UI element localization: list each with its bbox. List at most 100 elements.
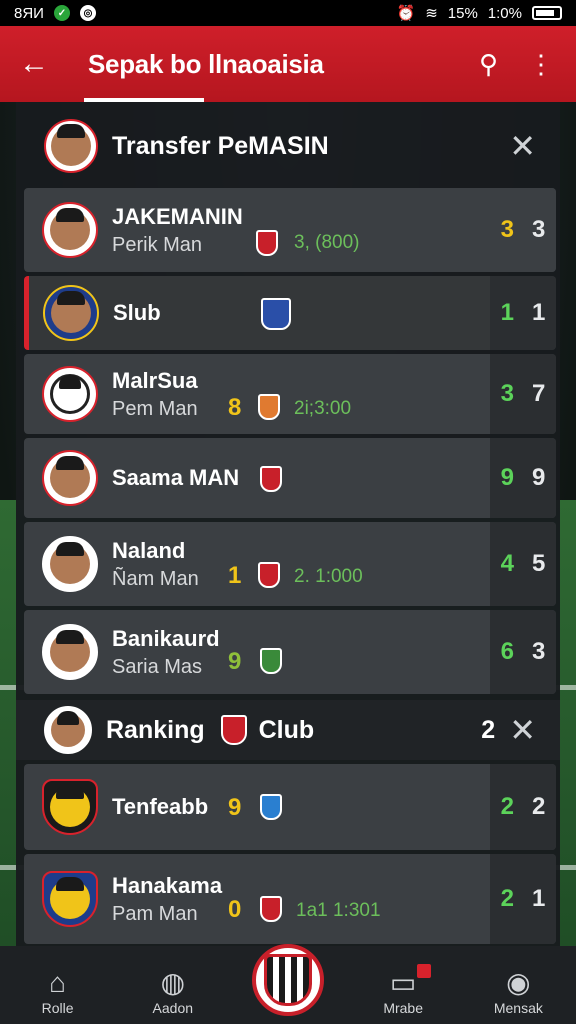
score-left: 4: [500, 550, 514, 577]
player-avatar: [42, 202, 98, 258]
score-left: 1: [500, 299, 514, 326]
score-left: 3: [500, 216, 514, 243]
score-right: 3: [532, 216, 546, 243]
club-crest-icon: [260, 648, 282, 674]
score-right: 3: [532, 638, 546, 665]
score-left: 9: [500, 464, 514, 491]
nav-messages[interactable]: ▭ Mrabe: [353, 964, 453, 1016]
close-icon[interactable]: ✕: [509, 127, 536, 165]
nav-match[interactable]: ◍ Aadon: [123, 966, 223, 1016]
player-row[interactable]: Banikaurd Saria Mas 9 63: [24, 610, 556, 694]
alarm-icon: ⏰: [396, 5, 416, 22]
rank-number: 0: [228, 896, 242, 923]
club-crest-icon: [260, 466, 282, 492]
club-crest-icon: [256, 230, 278, 256]
rank-number: 8: [228, 394, 242, 421]
search-icon[interactable]: ⚲: [479, 49, 498, 80]
club-logo: [42, 779, 98, 835]
player-subtitle: Perik Man: [112, 233, 203, 256]
transfer-fee: 2. 1:000: [294, 566, 363, 587]
rank-number: 9: [228, 794, 242, 821]
app-title: Sepak bo llnaoaisia: [88, 48, 324, 79]
player-row[interactable]: JAKEMANIN Perik Man 3, (800) 33: [24, 188, 556, 272]
app-icon: ✓: [53, 5, 70, 21]
club-crest-icon: [220, 715, 247, 745]
player-subtitle: Pem Man: [112, 397, 198, 420]
player-row[interactable]: Naland Ñam Man 1 2. 1:000 45: [24, 522, 556, 606]
score-right: 5: [532, 550, 546, 577]
bottom-navigation: ⌂ Rolle ◍ Aadon ▭ Mrabe ◉ Mensak: [0, 944, 576, 1024]
back-arrow-icon[interactable]: ←: [0, 26, 68, 102]
transfer-fee: 1a1 1:301: [296, 900, 381, 921]
ranking-count: 2: [481, 715, 496, 744]
close-icon[interactable]: ✕: [509, 711, 536, 749]
score-right: 9: [532, 464, 546, 491]
ball-icon: ◍: [160, 967, 185, 998]
score-right: 7: [532, 380, 546, 407]
player-name: Banikaurd: [112, 625, 220, 651]
score-left: 3: [500, 380, 514, 407]
center-club-button[interactable]: [252, 944, 324, 1016]
club-name: Hanakama: [112, 872, 223, 898]
score-left: 2: [500, 885, 514, 912]
home-icon: ⌂: [49, 967, 67, 998]
score-right: 2: [532, 793, 546, 820]
status-right-text: 1:0%: [487, 4, 522, 22]
battery-icon: [532, 6, 562, 20]
transfer-title: Transfer PeMASIN: [112, 131, 329, 160]
rank-number: 1: [228, 562, 242, 589]
club-label[interactable]: Club: [259, 716, 315, 745]
chat-icon: ◎: [79, 5, 96, 21]
player-subtitle: Saria Mas: [112, 655, 203, 678]
nav-label: Mensak: [493, 1000, 543, 1016]
ranking-header: Ranking Club 2 ✕: [16, 700, 560, 760]
club-avatar: [43, 285, 99, 341]
app-bar: ← Sepak bo llnaoaisia ⚲ ⋮: [0, 26, 576, 102]
player-row[interactable]: MalrSua Pem Man 8 2i;3:00 37: [24, 354, 556, 434]
club-subtitle: Pam Man: [112, 902, 198, 925]
score-right: 1: [532, 299, 546, 326]
profile-icon: ◉: [506, 967, 531, 998]
transfer-fee: 3, (800): [294, 232, 360, 253]
status-bar: 8ЯИ ✓ ◎ ⏰ ≋ 15% 1:0%: [0, 0, 576, 26]
more-options-icon[interactable]: ⋮: [528, 49, 554, 80]
status-left-text: 8ЯИ: [14, 4, 44, 22]
player-name: Naland: [112, 537, 186, 563]
club-crest-icon: [260, 896, 282, 922]
player-avatar: [42, 624, 98, 680]
transfer-header: Transfer PeMASIN ✕: [16, 116, 560, 176]
player-row[interactable]: Slub 11: [24, 276, 556, 350]
club-crest-icon: [260, 794, 282, 820]
club-row[interactable]: Tenfeabb 9 22: [24, 764, 556, 850]
player-name: Slub: [113, 300, 161, 325]
player-name: Saama MAN: [112, 465, 240, 490]
nav-label: Mrabe: [383, 1000, 423, 1016]
club-name: Tenfeabb: [112, 794, 209, 819]
player-subtitle: Ñam Man: [112, 567, 199, 590]
transfer-fee: 2i;3:00: [294, 398, 352, 419]
tv-icon: ▭: [389, 967, 417, 998]
club-crest-icon: [261, 298, 291, 330]
rank-number: 9: [228, 648, 242, 675]
club-emblem-icon: [264, 954, 312, 1006]
club-row[interactable]: Hanakama Pam Man 0 1a1 1:301 21: [24, 854, 556, 944]
nav-home[interactable]: ⌂ Rolle: [8, 966, 108, 1016]
signal-text: 15%: [447, 4, 478, 22]
ranking-label[interactable]: Ranking: [106, 716, 205, 745]
score-left: 2: [500, 793, 514, 820]
nav-label: Rolle: [41, 1000, 74, 1016]
score-right: 1: [532, 885, 546, 912]
notification-badge: [417, 964, 432, 978]
nav-profile[interactable]: ◉ Mensak: [468, 966, 568, 1016]
transfer-panel: Transfer PeMASIN ✕ JAKEMANIN Perik Man 3…: [16, 102, 560, 946]
player-avatar: [44, 706, 92, 754]
club-logo: [42, 871, 98, 927]
nav-label: Aadon: [152, 1000, 194, 1016]
player-avatar: [42, 450, 98, 506]
player-name: MalrSua: [112, 367, 198, 393]
club-avatar: [42, 366, 98, 422]
club-crest-icon: [258, 562, 280, 588]
player-row[interactable]: Saama MAN 99: [24, 438, 556, 518]
player-name: JAKEMANIN: [112, 203, 243, 229]
score-left: 6: [500, 638, 514, 665]
